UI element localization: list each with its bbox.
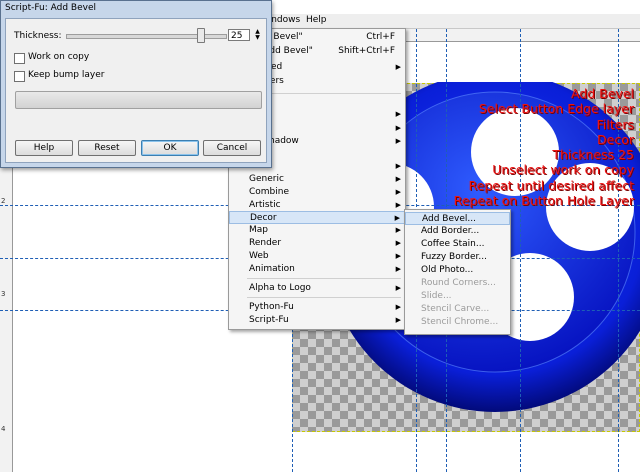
- thickness-spin-buttons[interactable]: ▲ ▼: [253, 29, 262, 42]
- reset-button[interactable]: Reset: [78, 140, 136, 156]
- thickness-label: Thickness:: [14, 31, 62, 41]
- annotation-line: Unselect work on copy: [492, 162, 634, 178]
- keep-bump-layer-label: Keep bump layer: [28, 70, 105, 80]
- work-on-copy-checkbox[interactable]: [14, 53, 25, 64]
- submenu-arrow-icon: ▶: [395, 252, 401, 260]
- menu-item-add-border[interactable]: Add Border...: [405, 225, 510, 238]
- thickness-slider-handle[interactable]: [197, 28, 206, 43]
- submenu-arrow-icon: ▶: [395, 226, 401, 234]
- keep-bump-layer-checkbox[interactable]: [14, 71, 25, 82]
- help-button[interactable]: Help: [15, 140, 73, 156]
- dialog-title: Script-Fu: Add Bevel: [5, 3, 96, 13]
- menu-item-animation[interactable]: Animation ▶: [229, 263, 405, 276]
- submenu-arrow-icon: ▶: [395, 175, 401, 183]
- dialog-body: Thickness: 25 ▲ ▼ Work on copy Keep bump…: [5, 18, 267, 163]
- annotation-line: Repeat on Button Hole Layer: [453, 193, 634, 209]
- submenu-arrow-icon: ▶: [395, 303, 401, 311]
- progress-bar: [15, 91, 262, 109]
- submenu-arrow-icon: ▶: [395, 239, 401, 247]
- submenu-arrow-icon: ▶: [395, 162, 401, 170]
- instruction-annotations: Add Bevel Select Button Edge layer Filte…: [454, 86, 634, 208]
- ruler-mark: 2: [1, 197, 6, 205]
- menu-item-render[interactable]: Render ▶: [229, 237, 405, 250]
- menu-item-combine[interactable]: Combine ▶: [229, 186, 405, 199]
- menu-item-add-bevel[interactable]: Add Bevel...: [405, 212, 510, 225]
- menu-item-script-fu[interactable]: Script-Fu ▶: [229, 314, 405, 327]
- menubar: Windows Help: [258, 14, 640, 29]
- decor-submenu: Add Bevel... Add Border... Coffee Stain.…: [404, 209, 511, 335]
- add-bevel-dialog: Script-Fu: Add Bevel Thickness: 25 ▲ ▼ W…: [0, 0, 272, 168]
- menu-item-coffee-stain[interactable]: Coffee Stain...: [405, 238, 510, 251]
- menu-help[interactable]: Help: [306, 15, 327, 25]
- submenu-arrow-icon: ▶: [395, 188, 401, 196]
- annotation-line: Filters: [596, 116, 634, 132]
- annotation-line: Repeat until desired affect: [468, 177, 634, 193]
- submenu-arrow-icon: ▶: [395, 124, 401, 132]
- menu-item-stencil-chrome: Stencil Chrome...: [421, 317, 499, 327]
- menu-item-python-fu[interactable]: Python-Fu ▶: [229, 301, 405, 314]
- submenu-arrow-icon: ▶: [395, 110, 401, 118]
- submenu-arrow-icon: ▶: [395, 284, 401, 292]
- ok-button[interactable]: OK: [141, 140, 199, 156]
- ruler-mark: 3: [1, 290, 6, 298]
- menu-item-slide: Slide...: [421, 291, 452, 301]
- menu-item-old-photo[interactable]: Old Photo...: [405, 264, 510, 277]
- submenu-arrow-icon: ▶: [395, 316, 401, 324]
- submenu-arrow-icon: ▶: [395, 137, 401, 145]
- menu-separator: [247, 278, 401, 279]
- menu-item-round-corners: Round Corners...: [421, 278, 496, 288]
- menu-item-decor[interactable]: Decor ▶: [229, 211, 405, 224]
- menu-separator: [247, 297, 401, 298]
- menu-item-stencil-carve: Stencil Carve...: [421, 304, 490, 314]
- cancel-button[interactable]: Cancel: [203, 140, 261, 156]
- annotation-line: Decor: [597, 131, 634, 147]
- work-on-copy-label: Work on copy: [28, 52, 90, 62]
- submenu-arrow-icon: ▶: [395, 265, 401, 273]
- submenu-arrow-icon: ▶: [395, 63, 401, 71]
- ruler-mark: 4: [1, 425, 6, 433]
- menu-item-fuzzy-border[interactable]: Fuzzy Border...: [405, 251, 510, 264]
- annotation-line: Add Bevel: [570, 86, 634, 101]
- annotation-line: Thickness 25: [552, 147, 634, 163]
- thickness-input[interactable]: 25: [228, 29, 250, 41]
- spin-down-icon[interactable]: ▼: [253, 35, 262, 41]
- menu-item-web[interactable]: Web ▶: [229, 250, 405, 263]
- annotation-line: Select Button Edge layer: [478, 101, 634, 117]
- menu-item-map[interactable]: Map ▶: [229, 224, 405, 237]
- vertical-ruler[interactable]: 2 3 4: [0, 165, 13, 472]
- menu-item-generic[interactable]: Generic ▶: [229, 173, 405, 186]
- menu-item-alpha-to-logo[interactable]: Alpha to Logo ▶: [229, 282, 405, 295]
